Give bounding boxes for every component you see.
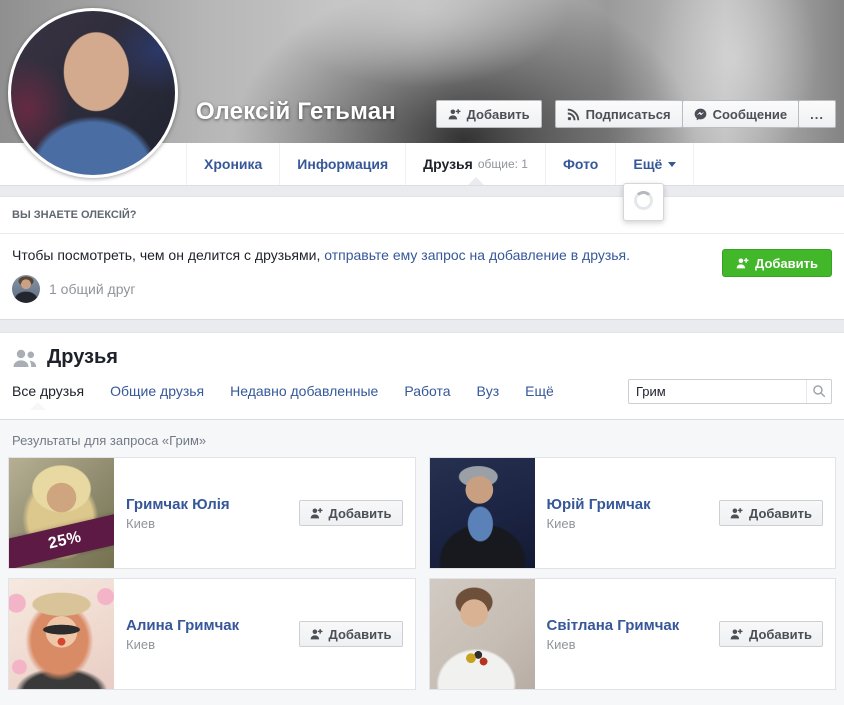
friend-card: Алина Гримчак Киев Добавить bbox=[8, 578, 416, 690]
filter-work[interactable]: Работа bbox=[404, 383, 450, 399]
add-friend-card-button[interactable]: Добавить bbox=[299, 500, 403, 526]
know-box-body: Чтобы посмотреть, чем он делится с друзь… bbox=[0, 234, 844, 303]
add-friend-label: Добавить bbox=[467, 107, 530, 122]
tab-friends-label: Друзья bbox=[423, 156, 473, 172]
friend-photo[interactable] bbox=[9, 579, 114, 689]
mutual-friends-label: 1 общий друг bbox=[49, 281, 135, 297]
person-add-icon bbox=[730, 628, 743, 641]
friends-search-box bbox=[628, 379, 832, 404]
message-label: Сообщение bbox=[713, 107, 788, 122]
caret-down-icon bbox=[668, 162, 676, 167]
friend-card: 25% Гримчак Юлія Киев Добавить bbox=[8, 457, 416, 569]
add-friend-button[interactable]: Добавить bbox=[436, 100, 542, 128]
tab-timeline[interactable]: Хроника bbox=[186, 143, 279, 185]
friend-photo[interactable]: 25% bbox=[9, 458, 114, 568]
magnifier-icon bbox=[806, 380, 831, 403]
friend-city: Киев bbox=[126, 637, 287, 652]
friend-card: Юрій Гримчак Киев Добавить bbox=[429, 457, 837, 569]
active-filter-notch bbox=[30, 402, 46, 410]
filter-more[interactable]: Ещё bbox=[525, 383, 554, 399]
tab-timeline-label: Хроника bbox=[204, 156, 262, 172]
friend-cards-grid: 25% Гримчак Юлія Киев Добавить Юрій Грим… bbox=[0, 457, 844, 690]
friend-photo[interactable] bbox=[430, 458, 535, 568]
friend-info: Світлана Гримчак Киев bbox=[535, 617, 720, 652]
messenger-icon bbox=[694, 108, 707, 121]
tab-about-label: Информация bbox=[297, 156, 388, 172]
friend-card: Світлана Гримчак Киев Добавить bbox=[429, 578, 837, 690]
add-friend-card-button[interactable]: Добавить bbox=[299, 621, 403, 647]
add-friend-card-button[interactable]: Добавить bbox=[719, 500, 823, 526]
tab-more-label: Ещё bbox=[633, 156, 662, 172]
know-box-text: Чтобы посмотреть, чем он делится с друзь… bbox=[12, 247, 632, 263]
results-label: Результаты для запроса «Грим» bbox=[0, 420, 844, 457]
facebook-profile-page: Олексій Гетьман Добавить Подписаться bbox=[0, 0, 844, 705]
add-friend-card-label: Добавить bbox=[749, 627, 812, 642]
add-friend-card-button[interactable]: Добавить bbox=[719, 621, 823, 647]
person-add-icon bbox=[310, 628, 323, 641]
profile-name: Олексій Гетьман bbox=[196, 98, 396, 126]
know-box-title: ВЫ ЗНАЕТЕ ОЛЕКСІЙ? bbox=[0, 197, 844, 234]
friends-search-input[interactable] bbox=[629, 384, 806, 399]
friend-city: Киев bbox=[126, 516, 287, 531]
person-add-icon bbox=[310, 507, 323, 520]
add-friend-card-label: Добавить bbox=[749, 506, 812, 521]
filter-all-friends[interactable]: Все друзья bbox=[12, 383, 84, 399]
friend-city: Киев bbox=[547, 516, 708, 531]
person-add-icon bbox=[448, 108, 461, 121]
add-friend-card-label: Добавить bbox=[329, 506, 392, 521]
know-box-text-plain: Чтобы посмотреть, чем он делится с друзь… bbox=[12, 247, 320, 263]
friend-info: Гримчак Юлія Киев bbox=[114, 496, 299, 531]
friends-filter-row: Все друзья Общие друзья Недавно добавлен… bbox=[0, 373, 844, 409]
follow-label: Подписаться bbox=[586, 107, 671, 122]
add-friend-card-label: Добавить bbox=[329, 627, 392, 642]
active-tab-notch bbox=[468, 177, 484, 185]
friend-city: Киев bbox=[547, 637, 708, 652]
friend-name-link[interactable]: Юрій Гримчак bbox=[547, 496, 708, 513]
profile-avatar[interactable] bbox=[8, 8, 178, 178]
friend-name-link[interactable]: Гримчак Юлія bbox=[126, 496, 287, 513]
friend-name-link[interactable]: Алина Гримчак bbox=[126, 617, 287, 634]
photo-badge: 25% bbox=[9, 508, 114, 568]
message-button[interactable]: Сообщение bbox=[682, 100, 800, 128]
profile-action-bar: Добавить Подписаться Сообщение ... bbox=[436, 100, 836, 128]
mutual-friend-avatar[interactable] bbox=[12, 275, 40, 303]
search-results-area: Результаты для запроса «Грим» 25% Гримча… bbox=[0, 420, 844, 705]
friends-section: Друзья Все друзья Общие друзья Недавно д… bbox=[0, 332, 844, 420]
tab-about[interactable]: Информация bbox=[279, 143, 405, 185]
filter-recently-added[interactable]: Недавно добавленные bbox=[230, 383, 378, 399]
add-friend-green-label: Добавить bbox=[755, 256, 818, 271]
tab-photos[interactable]: Фото bbox=[545, 143, 615, 185]
mutual-friends-row[interactable]: 1 общий друг bbox=[12, 275, 832, 303]
friend-photo[interactable] bbox=[430, 579, 535, 689]
friend-name-link[interactable]: Світлана Гримчак bbox=[547, 617, 708, 634]
tab-friends-badge: общие: 1 bbox=[478, 157, 528, 171]
filter-mutual-friends[interactable]: Общие друзья bbox=[110, 383, 204, 399]
friend-info: Юрій Гримчак Киев bbox=[535, 496, 720, 531]
follow-message-group: Подписаться Сообщение ... bbox=[555, 100, 836, 128]
tab-photos-label: Фото bbox=[563, 156, 598, 172]
person-add-icon bbox=[730, 507, 743, 520]
rss-icon bbox=[567, 108, 580, 121]
loading-spinner-icon bbox=[634, 191, 653, 210]
follow-button[interactable]: Подписаться bbox=[555, 100, 683, 128]
tab-friends[interactable]: Друзья общие: 1 bbox=[405, 143, 545, 185]
tab-more[interactable]: Ещё bbox=[615, 143, 694, 185]
friends-title: Друзья bbox=[47, 346, 118, 369]
filter-college[interactable]: Вуз bbox=[477, 383, 500, 399]
friends-header: Друзья bbox=[0, 333, 844, 373]
send-request-link[interactable]: отправьте ему запрос на добавление в дру… bbox=[324, 247, 630, 263]
friend-info: Алина Гримчак Киев bbox=[114, 617, 299, 652]
more-menu-loading-popover bbox=[623, 183, 664, 221]
two-people-icon bbox=[12, 348, 38, 368]
more-options-button[interactable]: ... bbox=[798, 100, 836, 128]
do-you-know-box: ВЫ ЗНАЕТЕ ОЛЕКСІЙ? Чтобы посмотреть, чем… bbox=[0, 196, 844, 320]
person-add-icon bbox=[736, 257, 749, 270]
add-friend-green-button[interactable]: Добавить bbox=[722, 249, 832, 277]
